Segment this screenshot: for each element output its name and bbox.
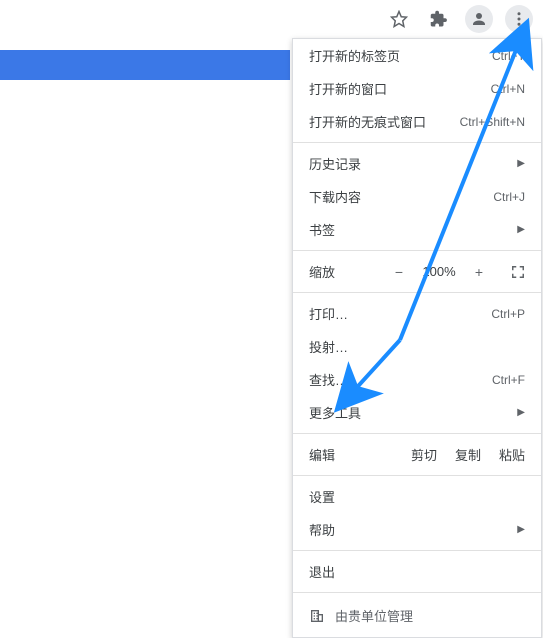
edit-cut-button[interactable]: 剪切 [411, 445, 437, 464]
bookmark-star-icon[interactable] [385, 5, 413, 33]
fullscreen-icon[interactable] [511, 265, 525, 279]
edit-paste-button[interactable]: 粘贴 [499, 445, 525, 464]
menu-shortcut: Ctrl+N [491, 82, 525, 96]
zoom-label: 缩放 [309, 262, 379, 281]
chrome-main-menu: 打开新的标签页 Ctrl+T 打开新的窗口 Ctrl+N 打开新的无痕式窗口 C… [292, 38, 542, 638]
menu-label: 下载内容 [309, 187, 493, 206]
menu-shortcut: Ctrl+F [492, 373, 525, 387]
browser-toolbar [385, 0, 543, 38]
chevron-right-icon: ▶ [517, 224, 525, 235]
menu-bookmarks[interactable]: 书签 ▶ [293, 213, 541, 246]
menu-new-window[interactable]: 打开新的窗口 Ctrl+N [293, 72, 541, 105]
chevron-right-icon: ▶ [517, 158, 525, 169]
managed-label: 由贵单位管理 [335, 606, 413, 625]
menu-divider [293, 475, 541, 476]
chevron-right-icon: ▶ [517, 524, 525, 535]
extensions-icon[interactable] [425, 5, 453, 33]
chevron-right-icon: ▶ [517, 407, 525, 418]
menu-label: 帮助 [309, 520, 509, 539]
edit-copy-button[interactable]: 复制 [455, 445, 481, 464]
menu-downloads[interactable]: 下载内容 Ctrl+J [293, 180, 541, 213]
menu-divider [293, 292, 541, 293]
menu-label: 历史记录 [309, 154, 509, 173]
zoom-value: 100% [419, 264, 459, 279]
menu-label: 查找… [309, 370, 492, 389]
menu-managed[interactable]: 由贵单位管理 [293, 597, 541, 637]
menu-label: 打印… [309, 304, 491, 323]
menu-cast[interactable]: 投射… [293, 330, 541, 363]
menu-label: 投射… [309, 337, 525, 356]
menu-label: 打开新的窗口 [309, 79, 491, 98]
kebab-menu-icon[interactable] [505, 5, 533, 33]
menu-divider [293, 592, 541, 593]
menu-divider [293, 550, 541, 551]
menu-edit-row: 编辑 剪切 复制 粘贴 [293, 438, 541, 471]
menu-label: 设置 [309, 487, 525, 506]
menu-exit[interactable]: 退出 [293, 555, 541, 588]
zoom-in-button[interactable]: + [469, 264, 489, 280]
page-header-strip [0, 50, 290, 80]
menu-shortcut: Ctrl+J [493, 190, 525, 204]
edit-label: 编辑 [309, 445, 393, 464]
menu-shortcut: Ctrl+Shift+N [460, 115, 525, 129]
zoom-out-button[interactable]: − [389, 264, 409, 280]
menu-print[interactable]: 打印… Ctrl+P [293, 297, 541, 330]
menu-divider [293, 142, 541, 143]
menu-label: 退出 [309, 562, 525, 581]
menu-shortcut: Ctrl+T [492, 49, 525, 63]
menu-label: 书签 [309, 220, 509, 239]
menu-divider [293, 250, 541, 251]
menu-settings[interactable]: 设置 [293, 480, 541, 513]
menu-help[interactable]: 帮助 ▶ [293, 513, 541, 546]
menu-shortcut: Ctrl+P [491, 307, 525, 321]
menu-new-incognito[interactable]: 打开新的无痕式窗口 Ctrl+Shift+N [293, 105, 541, 138]
menu-find[interactable]: 查找… Ctrl+F [293, 363, 541, 396]
menu-history[interactable]: 历史记录 ▶ [293, 147, 541, 180]
menu-zoom-row: 缩放 − 100% + [293, 255, 541, 288]
profile-avatar-icon[interactable] [465, 5, 493, 33]
menu-label: 更多工具 [309, 403, 509, 422]
menu-label: 打开新的标签页 [309, 46, 492, 65]
menu-more-tools[interactable]: 更多工具 ▶ [293, 396, 541, 429]
menu-new-tab[interactable]: 打开新的标签页 Ctrl+T [293, 39, 541, 72]
building-icon [309, 608, 325, 624]
menu-divider [293, 433, 541, 434]
menu-label: 打开新的无痕式窗口 [309, 112, 460, 131]
